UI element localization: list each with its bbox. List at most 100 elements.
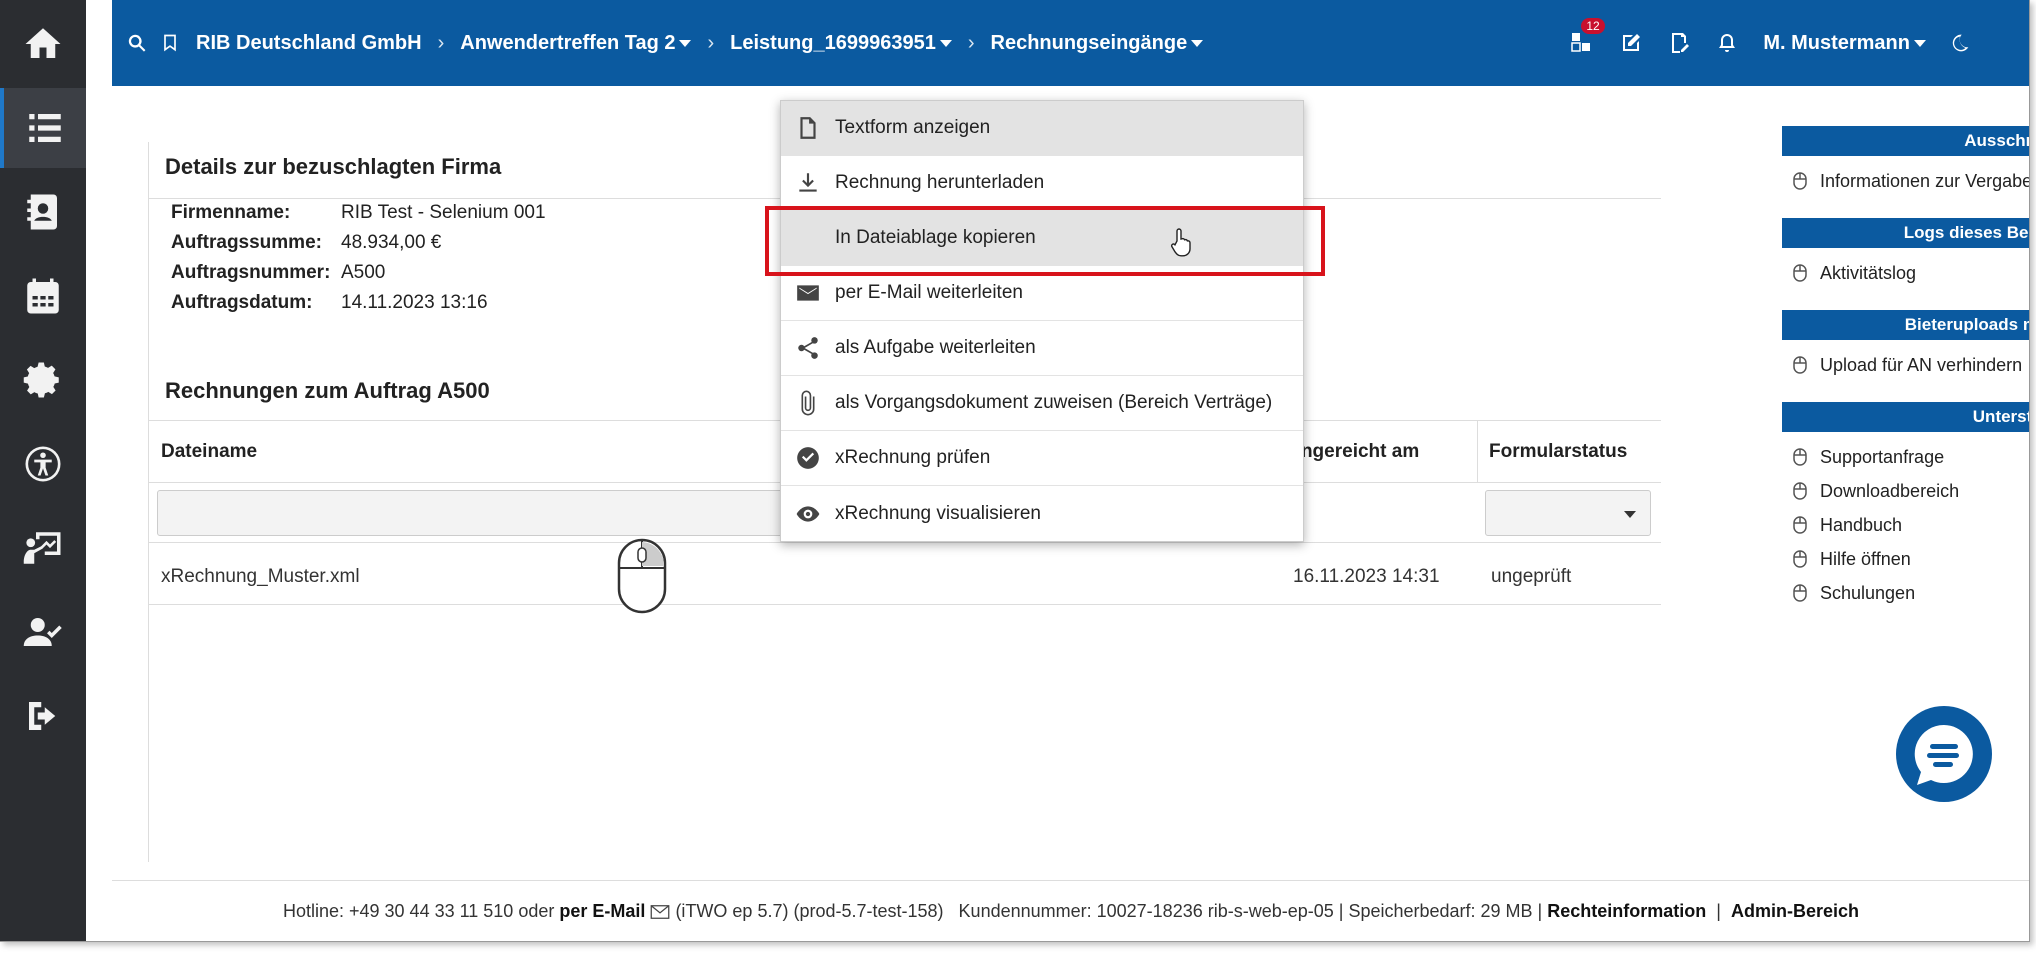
detail-value: 48.934,00 € — [341, 232, 442, 253]
chevron-right-icon: › — [707, 31, 715, 54]
footer-customer: Kundennummer: 10027-18236 rib-s-web-ep-0… — [958, 901, 1543, 921]
logout-icon[interactable] — [0, 676, 86, 756]
menu-item-label: Rechnung herunterladen — [835, 172, 1045, 193]
panel-link-label: Aktivitätslog — [1820, 262, 1917, 283]
breadcrumb-service[interactable]: Leistung_1699963951 — [730, 32, 952, 55]
footer-separator: | — [1716, 901, 1721, 921]
detail-row: Firmenname: RIB Test - Selenium 001 — [171, 202, 546, 224]
mouse-small-icon — [1793, 356, 1807, 374]
menu-item-check-xrechnung[interactable]: xRechnung prüfen — [781, 431, 1303, 486]
panel-link[interactable]: Schulungen — [1782, 576, 2029, 610]
breadcrumb-project-label: Anwendertreffen Tag 2 — [460, 31, 676, 54]
chat-button[interactable] — [1896, 706, 1992, 802]
notes-icon[interactable] — [1667, 31, 1691, 55]
menu-item-label: xRechnung prüfen — [835, 447, 991, 468]
user-name: M. Mustermann — [1763, 31, 1910, 54]
menu-item-label: als Vorgangsdokument zuweisen (Bereich V… — [835, 392, 1273, 413]
panel-link[interactable]: Informationen zur Vergabe — [1782, 164, 2030, 198]
gear-icon[interactable] — [0, 340, 86, 420]
mouse-small-icon — [1793, 172, 1807, 190]
contacts-icon[interactable] — [0, 172, 86, 252]
edit-icon[interactable] — [1619, 31, 1643, 55]
app-window: RIB Deutschland GmbH › Anwendertreffen T… — [0, 0, 2030, 942]
bookmark-icon[interactable] — [160, 32, 180, 54]
envelope-icon — [797, 285, 819, 301]
menu-item-show-textform[interactable]: Textform anzeigen — [781, 101, 1303, 156]
panel-heading: Unterstützung — [1782, 402, 2029, 432]
filename-filter-input[interactable] — [157, 490, 857, 536]
user-menu[interactable]: M. Mustermann — [1763, 32, 1926, 55]
share-icon — [798, 337, 818, 359]
breadcrumb-project[interactable]: Anwendertreffen Tag 2 — [460, 31, 692, 55]
tasks-button[interactable]: 12 — [1569, 18, 1605, 56]
table-cell-status: ungeprüft — [1491, 566, 1572, 587]
table-cell-filename[interactable]: xRechnung_Muster.xml — [161, 566, 360, 588]
detail-value: 14.11.2023 13:16 — [341, 292, 488, 313]
panel-link-label: Upload für AN verhindern — [1820, 354, 2023, 375]
mouse-small-icon — [1793, 264, 1807, 282]
status-filter-select[interactable] — [1485, 490, 1651, 536]
envelope-icon — [651, 904, 670, 919]
check-circle-icon — [797, 447, 819, 469]
detail-label: Auftragssumme: — [171, 232, 322, 253]
presentation-icon[interactable] — [0, 508, 86, 588]
detail-label: Auftragsnummer: — [171, 262, 331, 283]
more-vertical-icon[interactable] — [92, 14, 98, 36]
mouse-small-icon — [1793, 584, 1807, 602]
column-header-status[interactable]: Formularstatus — [1489, 441, 1627, 463]
search-icon[interactable] — [126, 32, 148, 54]
invoices-title: Rechnungen zum Auftrag A500 — [165, 378, 490, 403]
panel-heading: Ausschreibung — [1782, 126, 2029, 156]
detail-row: Auftragsnummer: A500 — [171, 262, 385, 284]
panel-link[interactable]: Supportanfrage — [1782, 440, 2029, 474]
panel-link-label: Informationen zur Vergabe — [1820, 170, 2030, 191]
notification-badge: 12 — [1581, 18, 1605, 34]
menu-item-label: als Aufgabe weiterleiten — [835, 337, 1036, 358]
calendar-icon[interactable] — [0, 256, 86, 336]
panel-link-label: Supportanfrage — [1820, 446, 1945, 467]
footer-email-link[interactable]: per E-Mail — [559, 901, 645, 922]
caret-down-icon — [1191, 39, 1204, 47]
footer-hotline: Hotline: +49 30 44 33 11 510 oder — [282, 901, 555, 921]
menu-item-visualize-xrechnung[interactable]: xRechnung visualisieren — [781, 486, 1303, 541]
home-icon[interactable] — [0, 4, 86, 84]
document-icon — [800, 117, 816, 139]
breadcrumb-invoices-label: Rechnungseingänge — [990, 31, 1188, 54]
user-check-icon[interactable] — [0, 592, 86, 672]
context-menu: Textform anzeigen Rechnung herunterladen… — [780, 100, 1304, 542]
detail-label: Firmenname: — [171, 202, 291, 223]
detail-row: Auftragssumme: 48.934,00 € — [171, 232, 441, 254]
chat-icon — [1914, 724, 1973, 785]
footer-admin-link[interactable]: Admin-Bereich — [1731, 901, 1859, 922]
column-header-filename[interactable]: Dateiname — [161, 441, 257, 463]
menu-item-label: Textform anzeigen — [835, 117, 991, 138]
menu-item-forward-task[interactable]: als Aufgabe weiterleiten — [781, 321, 1303, 376]
highlight-annotation — [765, 206, 1325, 276]
mouse-small-icon — [1793, 482, 1807, 500]
accessibility-icon[interactable] — [0, 424, 86, 504]
download-icon — [799, 173, 817, 192]
detail-label: Auftragsdatum: — [171, 292, 313, 313]
menu-item-download[interactable]: Rechnung herunterladen — [781, 156, 1303, 211]
bell-icon[interactable] — [1715, 31, 1739, 55]
menu-item-assign-document[interactable]: als Vorgangsdokument zuweisen (Bereich V… — [781, 376, 1303, 431]
footer-legal-link[interactable]: Rechteinformation — [1547, 901, 1706, 922]
moon-icon[interactable] — [1950, 33, 1970, 53]
list-icon[interactable] — [0, 88, 86, 168]
caret-down-icon — [1914, 39, 1926, 47]
panel-link-label: Hilfe öffnen — [1820, 548, 1911, 569]
panel-link[interactable]: Downloadbereich — [1782, 474, 2029, 508]
panel-link-label: Schulungen — [1820, 582, 1916, 603]
panel-link[interactable]: Handbuch — [1782, 508, 2029, 542]
panel-link[interactable]: Hilfe öffnen — [1782, 542, 2029, 576]
panel-link[interactable]: Aktivitätslog — [1782, 256, 2029, 290]
caret-down-icon — [939, 39, 952, 47]
details-title: Details zur bezuschlagten Firma — [165, 154, 502, 179]
eye-icon — [796, 505, 820, 522]
mouse-small-icon — [1793, 448, 1807, 466]
breadcrumb-invoices[interactable]: Rechnungseingänge — [991, 32, 1204, 55]
chevron-right-icon: › — [437, 31, 445, 54]
topbar: RIB Deutschland GmbH › Anwendertreffen T… — [112, 0, 2029, 86]
panel-link[interactable]: Upload für AN verhindern — [1782, 348, 2029, 382]
breadcrumb-company[interactable]: RIB Deutschland GmbH — [196, 32, 422, 55]
